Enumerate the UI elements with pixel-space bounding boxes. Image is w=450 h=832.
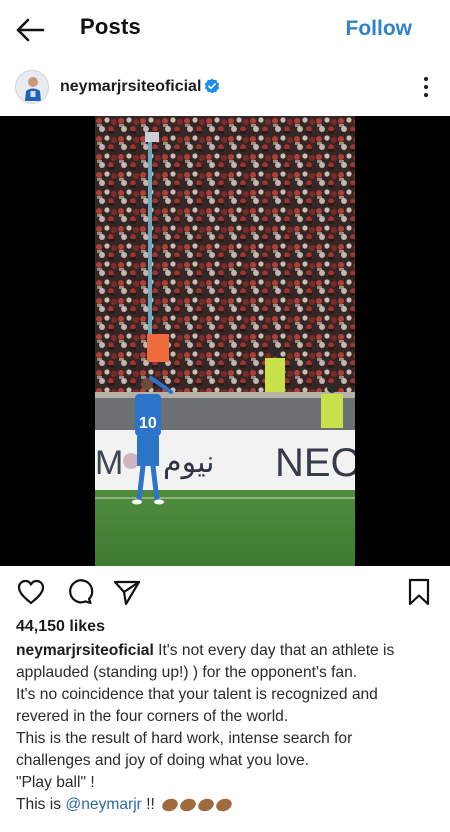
bookmark-icon[interactable] <box>404 577 434 607</box>
comment-icon[interactable] <box>64 577 94 607</box>
avatar[interactable] <box>15 70 49 104</box>
post-header: neymarjrsiteoficial <box>0 66 450 110</box>
caption-line: "Play ball" ! <box>16 774 95 791</box>
heart-icon[interactable] <box>16 577 46 607</box>
send-icon[interactable] <box>112 577 142 607</box>
caption-line: This is @neymarjr !! <box>16 794 436 816</box>
top-bar: Posts Follow <box>0 0 450 58</box>
banner-text-arabic: نيوم <box>163 445 214 480</box>
avatar-image <box>16 71 48 103</box>
page-title: Posts <box>80 14 141 39</box>
stadium-photo: M نيوم NEO 10 <box>95 116 355 566</box>
caption-username[interactable]: neymarjrsiteoficial <box>16 642 154 659</box>
arrow-left-icon[interactable] <box>14 16 46 44</box>
caption-line: neymarjrsiteoficial It's not every day t… <box>16 640 436 662</box>
more-vertical-icon[interactable] <box>420 74 432 100</box>
caption-text: It's not every day that an athlete is <box>153 642 395 659</box>
caption-text: This is <box>16 796 66 813</box>
post-caption: neymarjrsiteoficial It's not every day t… <box>16 640 436 816</box>
post-username[interactable]: neymarjrsiteoficial <box>60 78 201 96</box>
post-media[interactable]: M نيوم NEO 10 <box>0 116 450 566</box>
caption-line: This is the result of hard work, intense… <box>16 730 353 747</box>
verified-badge-icon <box>204 78 220 94</box>
jersey-number: 10 <box>139 415 157 432</box>
post-photo: M نيوم NEO 10 <box>95 116 355 566</box>
caption-line: challenges and joy of doing what you lov… <box>16 752 310 769</box>
caption-line: revered in the four corners of the world… <box>16 708 289 725</box>
caption-line: applauded (standing up!) ) for the oppon… <box>16 664 358 681</box>
banner-text-left: M <box>95 444 123 482</box>
caption-text: !! <box>141 796 160 813</box>
post-actions <box>0 572 450 612</box>
likes-count[interactable]: 44,150 likes <box>16 618 105 636</box>
banner-text-right: NEO <box>275 441 355 485</box>
follow-button[interactable]: Follow <box>346 17 413 41</box>
mention-link[interactable]: @neymarjr <box>65 796 141 813</box>
clapping-hands-icon <box>162 798 233 812</box>
caption-line: It's no coincidence that your talent is … <box>16 686 378 703</box>
